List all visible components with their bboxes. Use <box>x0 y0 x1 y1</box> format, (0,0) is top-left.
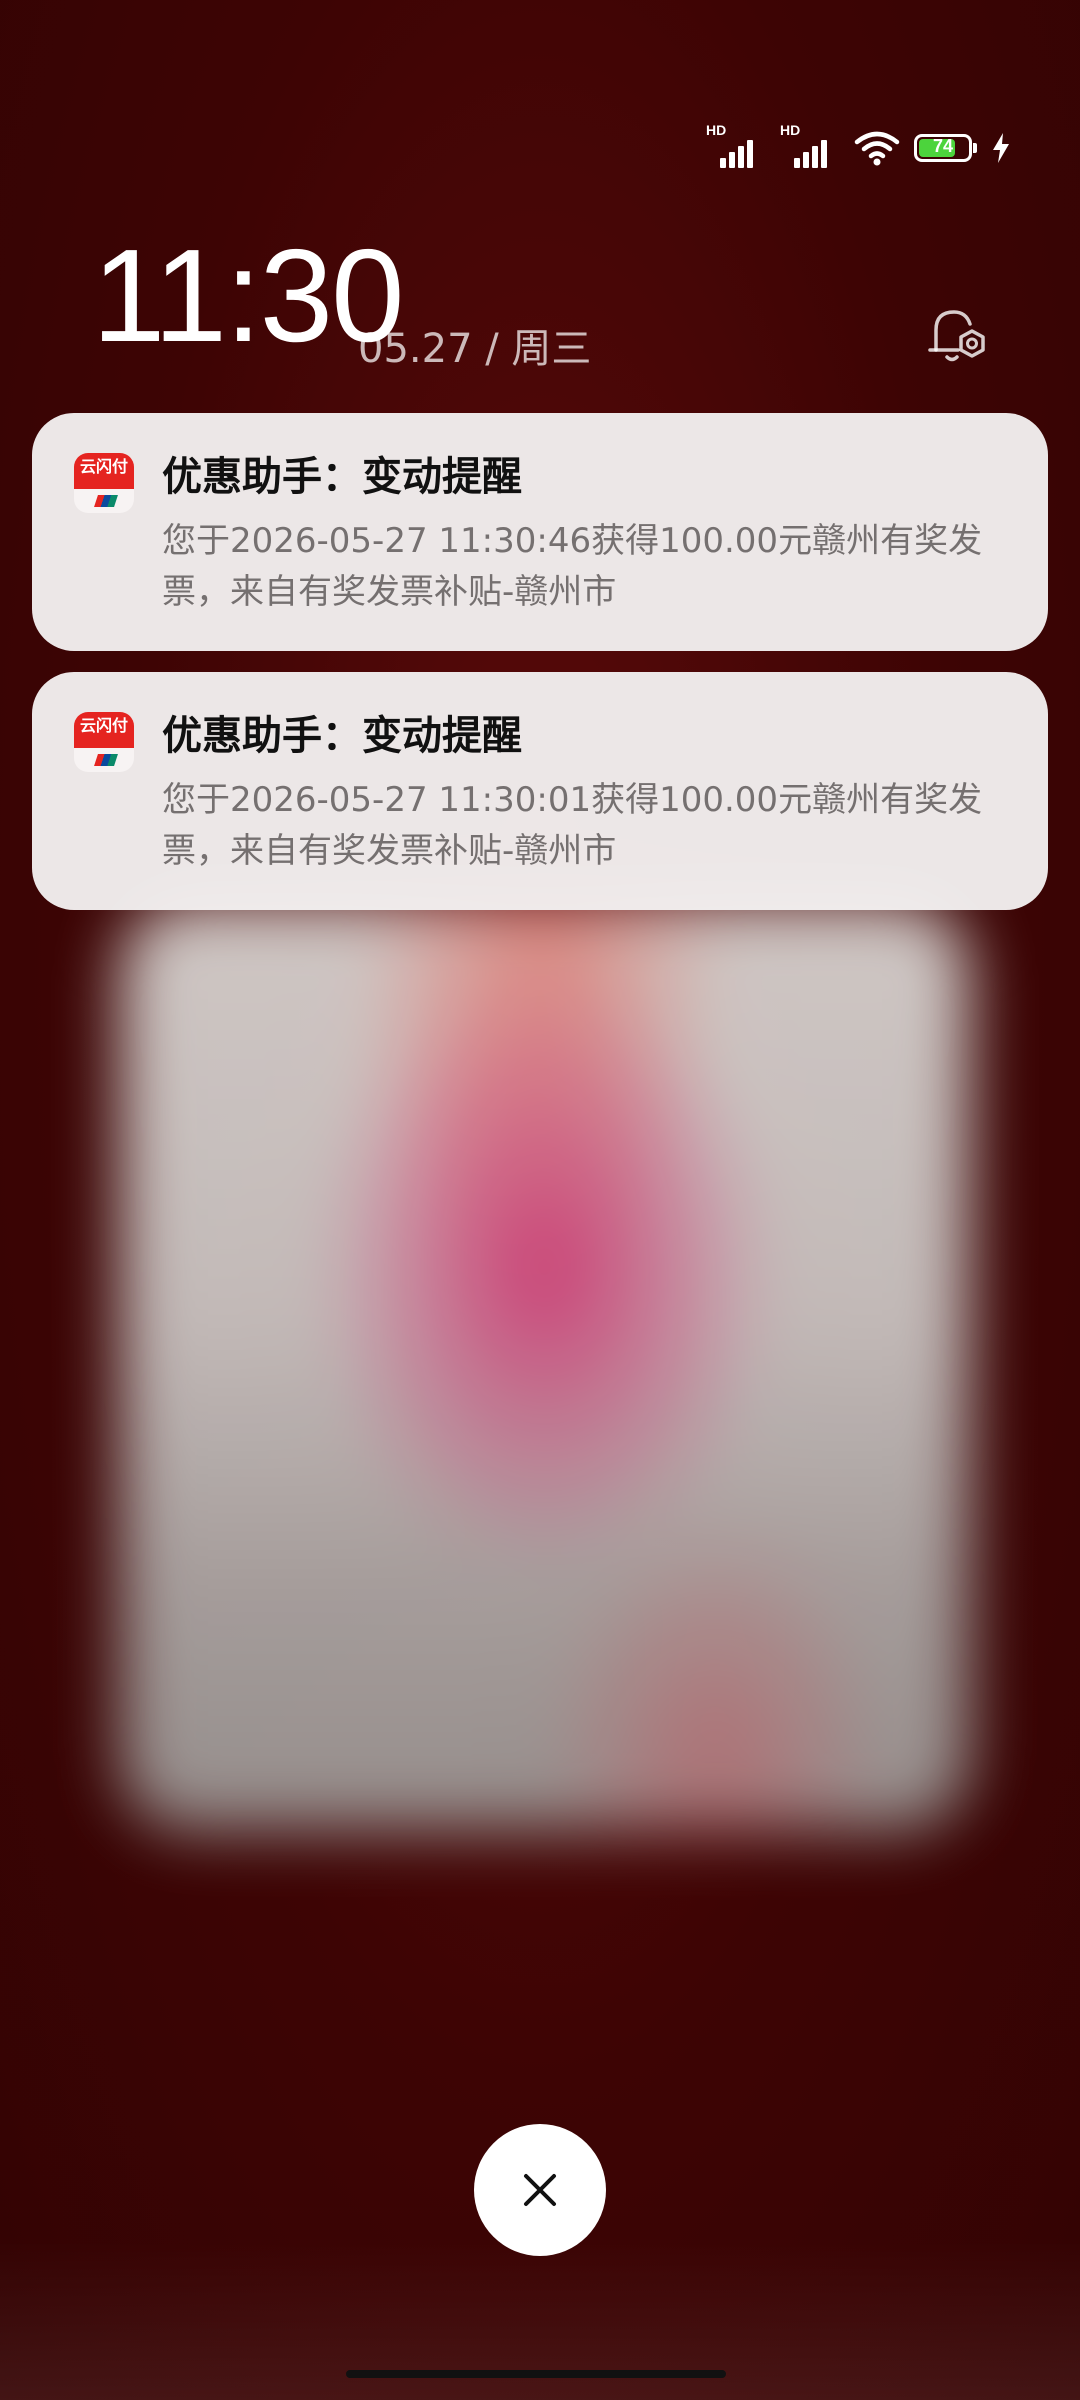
status-bar: HD HD 74 <box>706 122 1010 168</box>
clear-notifications-button[interactable] <box>474 2124 606 2256</box>
signal-1-hd-label: HD <box>706 122 727 138</box>
app-icon-text: 云闪付 <box>74 453 134 489</box>
notification-card[interactable]: 云闪付 优惠助手：变动提醒 您于2026-05-27 11:30:46获得100… <box>32 413 1048 651</box>
lock-screen-time: 11:30 <box>92 222 405 369</box>
notification-body: 您于2026-05-27 11:30:01获得100.00元赣州有奖发票，来自有… <box>162 780 983 871</box>
blurred-app-preview <box>120 900 970 1830</box>
battery-level-text: 74 <box>932 136 954 156</box>
battery-icon: 74 <box>914 134 977 162</box>
notification-body: 您于2026-05-27 11:30:46获得100.00元赣州有奖发票，来自有… <box>162 521 983 612</box>
signal-2-hd-label: HD <box>780 122 801 138</box>
notification-title: 优惠助手：变动提醒 <box>162 713 522 759</box>
cellular-signal-2-icon: HD <box>780 122 840 168</box>
bell-settings-icon[interactable] <box>922 300 992 370</box>
app-icon-text: 云闪付 <box>74 712 134 748</box>
close-icon <box>524 2174 556 2206</box>
charging-bolt-icon <box>993 133 1009 163</box>
notification-title: 优惠助手：变动提醒 <box>162 454 522 500</box>
lock-screen-date: 05.27 / 周三 <box>358 326 592 372</box>
unionpay-app-icon: 云闪付 <box>74 453 134 513</box>
wifi-icon <box>854 131 900 166</box>
home-indicator[interactable] <box>346 2370 726 2378</box>
cellular-signal-1-icon: HD <box>706 122 766 168</box>
notification-card[interactable]: 云闪付 优惠助手：变动提醒 您于2026-05-27 11:30:01获得100… <box>32 672 1048 910</box>
unionpay-app-icon: 云闪付 <box>74 712 134 772</box>
